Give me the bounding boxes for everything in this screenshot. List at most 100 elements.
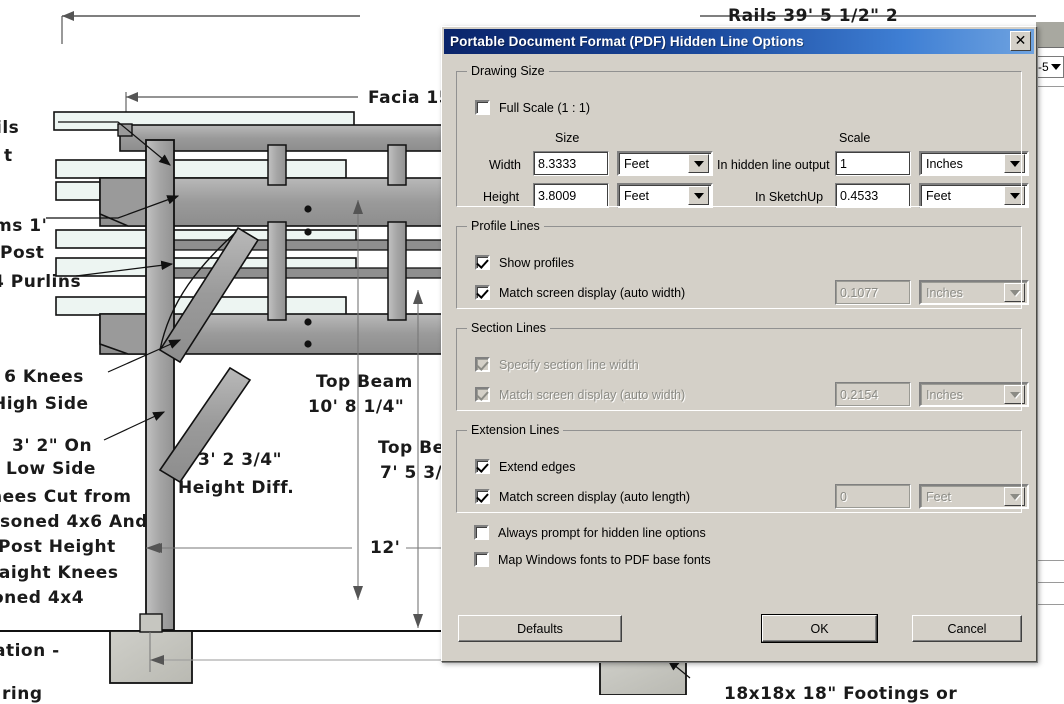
bg-divider-3 [1036,582,1064,583]
width-units-combo[interactable]: Feet [617,151,713,176]
chevron-down-icon[interactable] [1004,186,1025,205]
note-post: Post [0,243,45,263]
chevron-down-icon[interactable] [688,186,709,205]
section-width-value: 0.2154 [840,387,879,402]
note-purlins: 4 Purlins [0,272,82,292]
chevron-down-icon [1004,385,1025,404]
note-knees: ' 6 Knees [0,367,84,387]
note-rails: ils [0,118,20,138]
profile-width-units-value: Inches [926,285,963,300]
full-scale-checkbox[interactable] [475,100,490,115]
section-width-units-combo: Inches [919,382,1029,407]
in-sketchup-units-combo[interactable]: Feet [919,183,1029,208]
height-value: 3.8009 [538,188,577,203]
height-label: Height [483,190,520,204]
dim-value-top-beam: 10' 8 1/4" [308,397,405,417]
extension-match-screen-row[interactable]: Match screen display (auto length) [475,489,690,504]
note-beams: ms 1' [0,216,48,236]
extension-length-units-value: Feet [926,489,952,504]
extension-length-input: 0 [835,484,911,509]
ok-button-label: OK [810,621,829,636]
width-value: 8.3333 [538,156,577,171]
group-drawing-size-legend: Drawing Size [471,64,545,78]
bg-divider-4 [1036,604,1064,605]
scale-header: Scale [839,131,871,145]
group-section-lines-legend: Section Lines [471,321,547,335]
extension-length-units-combo: Feet [919,484,1029,509]
height-input[interactable]: 3.8009 [533,183,609,208]
dim-label-rails: Rails 39' 5 1/2" 2 [728,6,899,26]
cancel-button[interactable]: Cancel [912,615,1022,642]
map-fonts-row[interactable]: Map Windows fonts to PDF base fonts [474,552,1022,567]
chevron-down-icon[interactable] [1004,154,1025,173]
extend-edges-row[interactable]: Extend edges [475,459,575,474]
profile-match-screen-checkbox[interactable] [475,285,490,300]
show-profiles-row[interactable]: Show profiles [475,255,574,270]
section-match-screen-label: Match screen display (auto width) [499,387,686,402]
hidden-line-units-value: Inches [926,156,963,171]
in-sketchup-units-value: Feet [926,188,952,203]
dim-label-facia: Facia 15 [368,88,452,108]
note-seasoned-4x4: oned 4x4 [0,588,85,608]
height-units-value: Feet [624,188,650,203]
map-fonts-label: Map Windows fonts to PDF base fonts [498,552,711,567]
dim-label-top-beam: Top Beam [316,372,413,392]
always-prompt-label: Always prompt for hidden line options [498,525,706,540]
profile-width-value: 0.1077 [840,285,879,300]
bg-divider-1 [1036,86,1064,87]
defaults-button[interactable]: Defaults [458,615,622,642]
profile-match-screen-row[interactable]: Match screen display (auto width) [475,285,685,300]
note-seasoned-4x6: asoned 4x6 And [0,512,148,532]
ok-button[interactable]: OK [761,614,878,643]
bg-divider-2 [1036,560,1064,561]
hidden-line-units-combo[interactable]: Inches [919,151,1029,176]
show-profiles-checkbox[interactable] [475,255,490,270]
group-profile-lines: Profile Lines Show profiles Match screen… [456,219,1029,309]
dialog-title: Portable Document Format (PDF) Hidden Li… [450,34,804,49]
group-section-lines: Section Lines Specify section line width… [456,321,1029,411]
defaults-button-label: Defaults [517,621,563,636]
chevron-down-icon[interactable] [688,154,709,173]
extension-match-screen-label: Match screen display (auto length) [499,489,691,504]
close-glyph: ✕ [1014,33,1027,49]
always-prompt-row[interactable]: Always prompt for hidden line options [474,525,1022,540]
note-foundation: ation - [0,641,60,661]
dialog-titlebar[interactable]: Portable Document Format (PDF) Hidden Li… [444,29,1034,54]
chevron-down-icon [1004,487,1025,506]
hidden-line-output-input[interactable]: 1 [835,151,911,176]
note-rails-2: t [4,146,13,166]
extend-edges-label: Extend edges [499,459,576,474]
note-3ft2-on: 3' 2" On [12,436,93,456]
width-input[interactable]: 8.3333 [533,151,609,176]
always-prompt-checkbox[interactable] [474,525,489,540]
group-drawing-size: Drawing Size Full Scale (1 : 1) Size Sca… [456,64,1029,208]
extension-match-screen-checkbox[interactable] [475,489,490,504]
profile-width-units-combo: Inches [919,280,1029,305]
in-sketchup-input[interactable]: 0.4533 [835,183,911,208]
note-footings: 18x18x 18" Footings or [724,684,958,704]
dim-label-height-diff: Height Diff. [178,478,295,498]
cancel-button-label: Cancel [947,621,987,636]
dim-value-12ft: 12' [370,538,401,558]
size-header: Size [555,131,580,145]
in-sketchup-value: 0.4533 [840,188,879,203]
specify-section-line-width-row: Specify section line width [475,357,639,372]
width-units-value: Feet [624,156,650,171]
map-fonts-checkbox[interactable] [474,552,489,567]
note-post-height: Post Height [0,537,116,557]
background-window-panel [1036,22,1064,662]
chevron-down-icon [1004,283,1025,302]
hidden-line-output-value: 1 [840,156,847,171]
full-scale-row[interactable]: Full Scale (1 : 1) [475,100,590,115]
height-units-combo[interactable]: Feet [617,183,713,208]
close-icon[interactable]: ✕ [1010,31,1031,51]
full-scale-label: Full Scale (1 : 1) [499,100,591,115]
section-match-screen-checkbox [475,387,490,402]
extend-edges-checkbox[interactable] [475,459,490,474]
group-extension-lines-legend: Extension Lines [471,423,560,437]
background-combo[interactable]: -5 [1036,56,1064,78]
in-sketchup-label: In SketchUp [755,190,824,204]
extension-length-value: 0 [840,489,847,504]
background-combo-value: -5 [1038,60,1049,74]
dim-value-top-beam-2: 7' 5 3/ [380,463,443,483]
